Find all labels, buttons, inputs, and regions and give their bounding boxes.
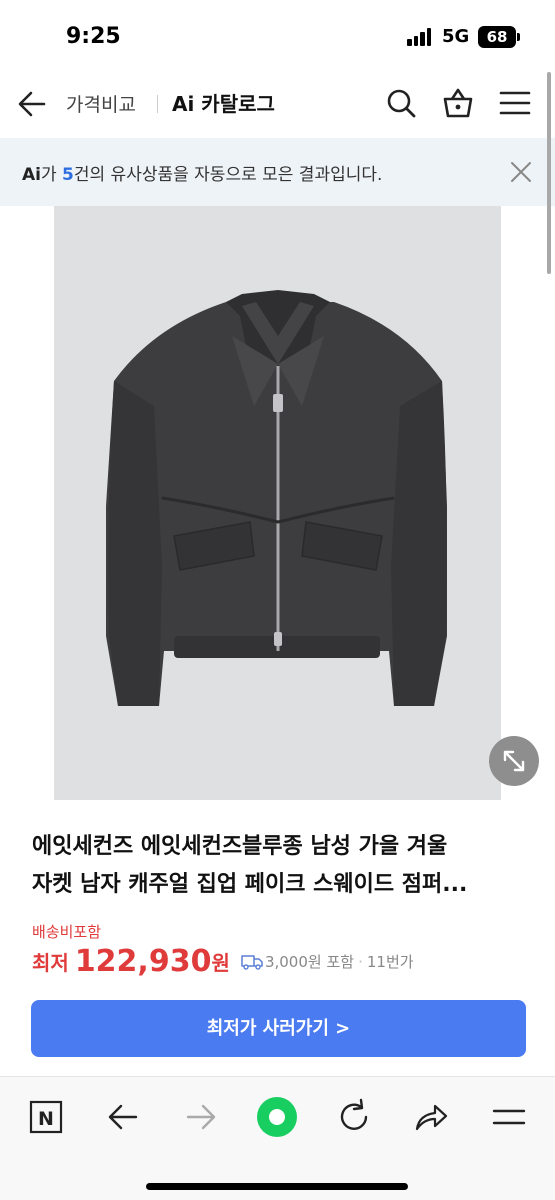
forward-icon[interactable] (181, 1097, 221, 1137)
similar-count: 5 (62, 165, 74, 185)
svg-text:N: N (38, 1108, 54, 1130)
banner-text-prefix: 가 (40, 165, 63, 185)
browser-toolbar: N (0, 1076, 555, 1200)
product-title-line-2: 자켓 남자 캐주얼 집업 페이크 스웨이드 점퍼... (32, 872, 468, 897)
delivery-fee: 3,000원 포함 (264, 953, 355, 971)
shipping-note: 배송비포함 (32, 923, 102, 941)
back-icon[interactable] (103, 1097, 143, 1137)
buy-lowest-price-button[interactable]: 최저가 사러가기 > (31, 1000, 526, 1057)
close-icon[interactable] (509, 160, 533, 184)
banner-text-suffix: 건의 유사상품을 자동으로 모은 결과입니다. (73, 165, 383, 185)
home-indicator (146, 1183, 408, 1190)
expand-icon[interactable] (489, 736, 539, 786)
price-unit: 원 (211, 951, 230, 975)
truck-icon (241, 954, 263, 970)
ai-banner: Ai가 5건의 유사상품을 자동으로 모은 결과입니다. (0, 138, 555, 206)
price-label: 최저 (32, 951, 69, 975)
battery-cap (517, 33, 520, 41)
refresh-icon[interactable] (334, 1097, 374, 1137)
ai-logo: Ai (22, 165, 41, 185)
green-dot-icon[interactable] (257, 1097, 297, 1137)
signal-icon (407, 28, 433, 46)
shopping-basket-icon[interactable] (441, 86, 475, 120)
header-divider (157, 95, 158, 113)
menu-icon[interactable] (489, 1097, 529, 1137)
ai-banner-text: Ai가 5건의 유사상품을 자동으로 모은 결과입니다. (22, 160, 382, 185)
naver-home-icon[interactable]: N (26, 1097, 66, 1137)
price-value: 122,930 (74, 944, 212, 979)
network-label: 5G (442, 26, 470, 47)
menu-icon[interactable] (498, 86, 532, 120)
status-bar: 9:25 5G 68 (0, 0, 555, 70)
separator-dot: · (358, 952, 363, 971)
status-time: 9:25 (66, 24, 121, 49)
header-nav: 가격비교 Ai 카탈로그 (0, 70, 555, 136)
search-icon[interactable] (384, 86, 418, 120)
page-title: Ai 카탈로그 (172, 92, 275, 116)
scrollbar[interactable] (547, 72, 551, 274)
product-title: 에잇세컨즈 에잇세컨즈블루종 남성 가을 겨울 자켓 남자 캐주얼 집업 페이크… (32, 828, 527, 904)
share-icon[interactable] (411, 1097, 451, 1137)
price-row: 최저 122,930원 3,000원 포함 · 11번가 (32, 944, 414, 980)
back-arrow-icon[interactable] (14, 86, 50, 122)
battery-icon: 68 (478, 26, 516, 48)
product-title-line-1: 에잇세컨즈 에잇세컨즈블루종 남성 가을 겨울 (32, 834, 448, 859)
seller-name: 11번가 (366, 953, 414, 971)
price-compare-link[interactable]: 가격비교 (66, 90, 136, 117)
jacket-image[interactable] (54, 206, 501, 800)
